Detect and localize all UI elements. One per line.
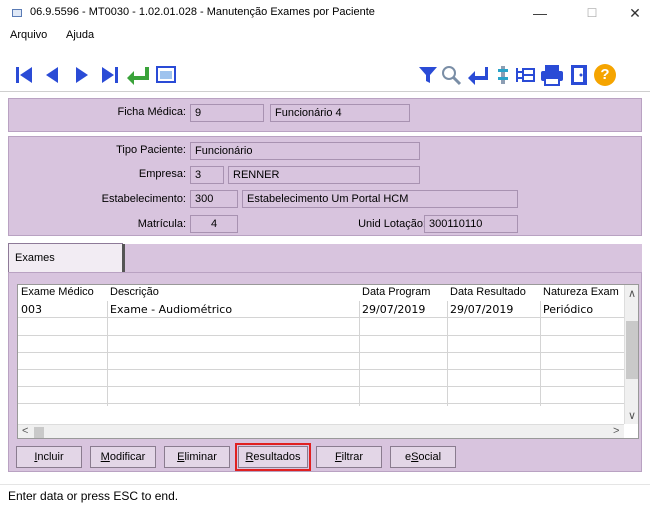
- filtrar-accelerator: F: [334, 451, 342, 463]
- print-icon[interactable]: [540, 64, 564, 86]
- ficha-label: Ficha Médica:: [117, 106, 186, 118]
- last-record-icon[interactable]: [100, 64, 120, 86]
- scroll-right-arrow[interactable]: >: [613, 425, 619, 437]
- close-button[interactable]: ✕: [620, 3, 650, 23]
- esocial-button[interactable]: eSocial: [390, 446, 456, 468]
- table-row-empty[interactable]: [18, 353, 624, 370]
- tab-exames-label: Exames: [15, 252, 55, 264]
- cell-exame: 003: [21, 303, 42, 316]
- tipo-label: Tipo Paciente:: [116, 144, 186, 156]
- column-divider: [359, 301, 360, 406]
- window-title: 06.9.5596 - MT0030 - 1.02.01.028 - Manut…: [30, 6, 375, 18]
- vertical-scroll-thumb[interactable]: [626, 321, 638, 379]
- eliminar-button[interactable]: Eliminar: [164, 446, 230, 468]
- tab-exames[interactable]: Exames: [8, 243, 125, 274]
- table-row[interactable]: 003 Exame - Audiométrico 29/07/2019 29/0…: [18, 301, 624, 318]
- window-titlebar: 06.9.5596 - MT0030 - 1.02.01.028 - Manut…: [0, 0, 650, 26]
- return-icon[interactable]: [126, 64, 150, 86]
- matricula-label: Matrícula:: [137, 218, 186, 230]
- empresa-field[interactable]: 3: [190, 166, 224, 184]
- next-record-icon[interactable]: [74, 64, 90, 86]
- empresa-label: Empresa:: [138, 168, 186, 180]
- maximize-button[interactable]: ☐: [577, 3, 607, 23]
- tipo-field[interactable]: Funcionário: [190, 142, 420, 160]
- back-icon[interactable]: [467, 64, 489, 86]
- menu-ajuda[interactable]: Ajuda: [66, 29, 94, 41]
- table-row-empty[interactable]: [18, 387, 624, 404]
- help-icon[interactable]: ?: [594, 64, 616, 86]
- eliminar-label: liminar: [184, 451, 217, 463]
- filtrar-label: iltrar: [341, 451, 364, 463]
- window-icon[interactable]: [156, 64, 176, 86]
- incluir-label: ncluir: [37, 451, 64, 463]
- esocial-label: ocial: [418, 451, 442, 463]
- column-header-data-program[interactable]: Data Program: [362, 286, 448, 298]
- app-icon: [12, 9, 22, 17]
- scroll-down-arrow[interactable]: ∨: [628, 409, 636, 422]
- modificar-accelerator: M: [100, 451, 110, 463]
- filtrar-button[interactable]: Filtrar: [316, 446, 382, 468]
- filter-icon[interactable]: [418, 64, 438, 86]
- cell-data-resultado: 29/07/2019: [450, 303, 514, 316]
- toolbar: ?: [0, 56, 650, 92]
- table-row-empty[interactable]: [18, 370, 624, 387]
- unid-field[interactable]: 300110110: [424, 215, 518, 233]
- exames-grid[interactable]: Exame Médico Descrição Data Program Data…: [17, 284, 639, 439]
- resultados-highlight-box: [235, 443, 311, 471]
- column-divider: [107, 301, 108, 406]
- estab-name-field: Estabelecimento Um Portal HCM: [242, 190, 518, 208]
- status-bar: Enter data or press ESC to end.: [0, 484, 650, 506]
- search-icon[interactable]: [440, 64, 462, 86]
- column-divider: [447, 301, 448, 406]
- exit-icon[interactable]: [568, 64, 590, 86]
- previous-record-icon[interactable]: [44, 64, 60, 86]
- estab-field[interactable]: 300: [190, 190, 238, 208]
- scroll-up-arrow[interactable]: ∧: [628, 287, 636, 300]
- ficha-field[interactable]: 9: [190, 104, 264, 122]
- modificar-label: odificar: [109, 451, 146, 463]
- horizontal-scroll-thumb[interactable]: [34, 427, 44, 438]
- cell-descricao: Exame - Audiométrico: [110, 303, 233, 316]
- empresa-name-field: RENNER: [228, 166, 420, 184]
- modificar-button[interactable]: Modificar: [90, 446, 156, 468]
- column-header-exame[interactable]: Exame Médico: [21, 286, 107, 298]
- column-header-natureza[interactable]: Natureza Exam: [543, 286, 623, 298]
- menu-bar: Arquivo Ajuda: [0, 26, 650, 46]
- ficha-name-field: Funcionário 4: [270, 104, 410, 122]
- first-record-icon[interactable]: [14, 64, 34, 86]
- tools-icon[interactable]: [495, 64, 511, 86]
- table-row-empty[interactable]: [18, 336, 624, 353]
- incluir-button[interactable]: Incluir: [16, 446, 82, 468]
- tree-icon[interactable]: [514, 64, 536, 86]
- status-text: Enter data or press ESC to end.: [8, 489, 179, 503]
- horizontal-scrollbar[interactable]: [18, 424, 624, 438]
- table-row-empty[interactable]: [18, 319, 624, 336]
- minimize-button[interactable]: —: [525, 3, 555, 23]
- cell-data-program: 29/07/2019: [362, 303, 426, 316]
- menu-arquivo[interactable]: Arquivo: [10, 29, 47, 41]
- column-header-data-resultado[interactable]: Data Resultado: [450, 286, 540, 298]
- cell-natureza: Periódico: [543, 303, 594, 316]
- matricula-field[interactable]: 4: [190, 215, 238, 233]
- unid-label: Unid Lotação:: [358, 218, 426, 230]
- estab-label: Estabelecimento:: [101, 193, 186, 205]
- grid-header: Exame Médico Descrição Data Program Data…: [18, 285, 624, 301]
- scroll-left-arrow[interactable]: <: [22, 425, 28, 437]
- column-divider: [540, 301, 541, 406]
- column-header-descricao[interactable]: Descrição: [110, 286, 360, 298]
